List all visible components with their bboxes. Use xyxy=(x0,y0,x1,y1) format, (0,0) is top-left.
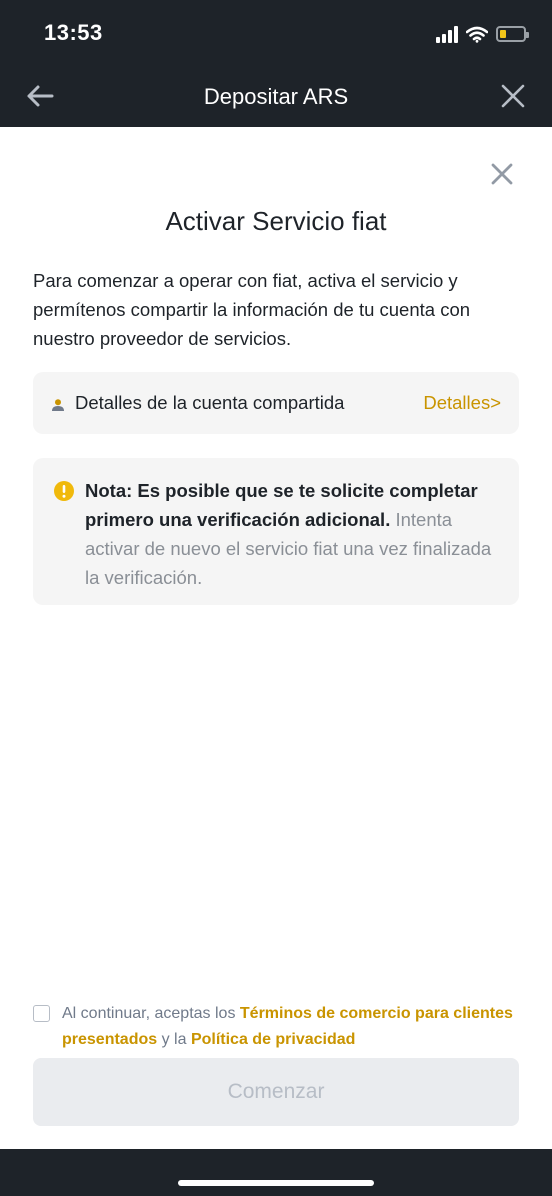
terms-checkbox[interactable] xyxy=(33,1005,50,1022)
battery-icon xyxy=(496,26,529,42)
status-time: 13:53 xyxy=(44,20,103,45)
terms-text: Al continuar, aceptas los Términos de co… xyxy=(62,1001,519,1053)
shared-account-label: Detalles de la cuenta compartida xyxy=(75,392,345,413)
details-link[interactable]: Detalles> xyxy=(423,392,501,414)
intro-text: Para comenzar a operar con fiat, activa … xyxy=(33,270,471,349)
privacy-policy-link[interactable]: Política de privacidad xyxy=(191,1031,356,1048)
shared-account-card[interactable]: Detalles de la cuenta compartida Detalle… xyxy=(33,372,519,434)
bottom-bar xyxy=(0,1149,552,1196)
terms-prefix: Al continuar, aceptas los xyxy=(62,1005,240,1022)
top-bar: 13:53 Depositar ARS xyxy=(0,0,552,127)
terms-middle: y la xyxy=(157,1031,191,1048)
modal-close-button[interactable] xyxy=(490,162,514,186)
person-icon xyxy=(51,394,69,412)
terms-row: Al continuar, aceptas los Términos de co… xyxy=(33,1001,519,1053)
home-indicator[interactable] xyxy=(178,1180,374,1186)
note-card: Nota: Es posible que se te solicite comp… xyxy=(33,458,519,605)
signal-icon xyxy=(436,25,458,43)
close-icon xyxy=(501,84,525,108)
nav-title: Depositar ARS xyxy=(203,84,349,109)
status-icons xyxy=(436,22,529,46)
start-button[interactable]: Comenzar xyxy=(33,1058,519,1126)
screen: 13:53 Depositar ARS Activar Servicio fia… xyxy=(0,0,552,1196)
modal-title: Activar Servicio fiat xyxy=(165,206,387,236)
note-text: Nota: Es posible que se te solicite comp… xyxy=(85,476,501,592)
warning-icon xyxy=(53,480,75,502)
nav-close-button[interactable] xyxy=(500,83,526,109)
close-icon xyxy=(491,163,513,185)
wifi-icon xyxy=(466,26,488,43)
